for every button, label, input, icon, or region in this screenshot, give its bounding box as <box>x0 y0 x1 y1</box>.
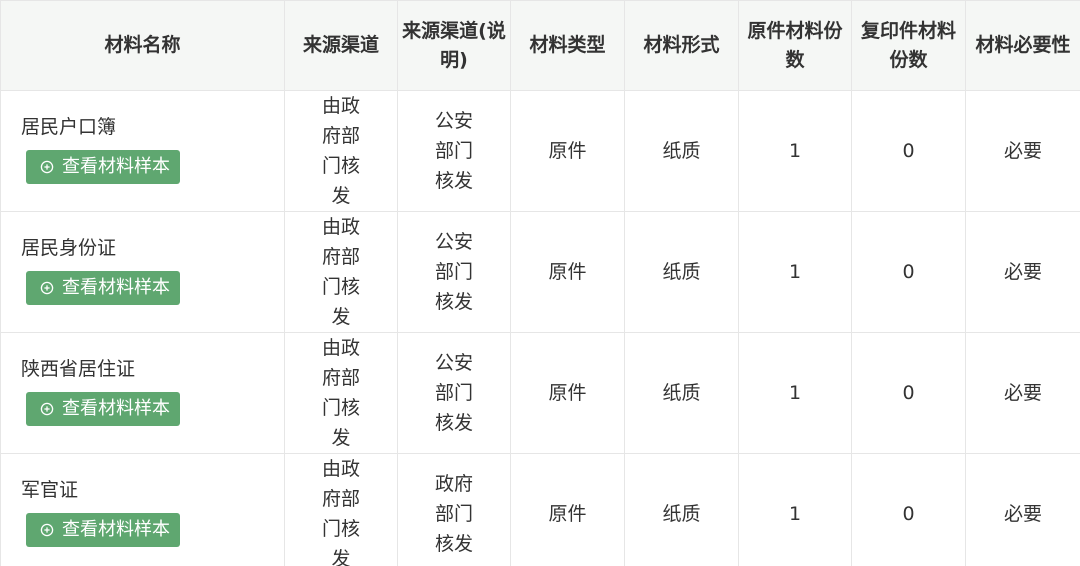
plus-circle-icon <box>40 523 54 536</box>
original-count-cell: 1 <box>738 453 852 566</box>
material-form-cell: 纸质 <box>624 453 739 566</box>
table-header-row: 材料名称 来源渠道 来源渠道(说明) 材料类型 材料形式 原件材料份数 复印件材… <box>0 0 1080 91</box>
column-header-source-note: 来源渠道(说明) <box>397 0 511 91</box>
necessity-cell: 必要 <box>965 453 1080 566</box>
material-form-cell: 纸质 <box>624 211 739 333</box>
column-header-original-count: 原件材料份数 <box>738 0 852 91</box>
material-form-cell: 纸质 <box>624 90 739 212</box>
copy-count-cell: 0 <box>851 211 966 333</box>
material-form-cell: 纸质 <box>624 332 739 454</box>
view-sample-button-label: 查看材料样本 <box>62 276 170 298</box>
table-row: 军官证 查看材料样本 由政府部门核发 政府部门核发 原件 纸质 1 0 必要 <box>0 453 1080 566</box>
copy-count-cell: 0 <box>851 332 966 454</box>
material-name: 居民身份证 <box>21 236 117 259</box>
plus-circle-icon <box>40 160 54 173</box>
material-name-cell: 军官证 查看材料样本 <box>0 453 285 566</box>
material-name-cell: 居民身份证 查看材料样本 <box>0 211 285 333</box>
table-row: 居民身份证 查看材料样本 由政府部门核发 公安部门核发 原件 纸质 1 0 必要 <box>0 211 1080 333</box>
material-name: 居民户口簿 <box>21 115 117 138</box>
original-count-cell: 1 <box>738 90 852 212</box>
necessity-cell: 必要 <box>965 90 1080 212</box>
plus-circle-icon <box>40 402 54 415</box>
column-header-copy-count: 复印件材料份数 <box>851 0 966 91</box>
view-sample-button-label: 查看材料样本 <box>62 518 170 540</box>
view-sample-button-label: 查看材料样本 <box>62 397 170 419</box>
material-type-cell: 原件 <box>510 332 625 454</box>
material-name-cell: 陕西省居住证 查看材料样本 <box>0 332 285 454</box>
material-name: 陕西省居住证 <box>21 357 136 380</box>
column-header-source: 来源渠道 <box>284 0 398 91</box>
view-sample-button[interactable]: 查看材料样本 <box>26 512 180 547</box>
column-header-material-name: 材料名称 <box>0 0 285 91</box>
table-row: 居民户口簿 查看材料样本 由政府部门核发 公安部门核发 原件 纸质 1 0 必要 <box>0 90 1080 212</box>
view-sample-button[interactable]: 查看材料样本 <box>26 270 180 305</box>
original-count-cell: 1 <box>738 332 852 454</box>
column-header-material-form: 材料形式 <box>624 0 739 91</box>
original-count-cell: 1 <box>738 211 852 333</box>
source-note-cell: 公安部门核发 <box>397 332 511 454</box>
source-cell: 由政府部门核发 <box>284 90 398 212</box>
material-type-cell: 原件 <box>510 453 625 566</box>
view-sample-button[interactable]: 查看材料样本 <box>26 149 180 184</box>
copy-count-cell: 0 <box>851 453 966 566</box>
material-name-cell: 居民户口簿 查看材料样本 <box>0 90 285 212</box>
source-cell: 由政府部门核发 <box>284 453 398 566</box>
view-sample-button[interactable]: 查看材料样本 <box>26 391 180 426</box>
source-cell: 由政府部门核发 <box>284 211 398 333</box>
source-cell: 由政府部门核发 <box>284 332 398 454</box>
source-note-cell: 政府部门核发 <box>397 453 511 566</box>
source-note-cell: 公安部门核发 <box>397 90 511 212</box>
necessity-cell: 必要 <box>965 332 1080 454</box>
source-note-cell: 公安部门核发 <box>397 211 511 333</box>
material-name: 军官证 <box>21 478 79 501</box>
copy-count-cell: 0 <box>851 90 966 212</box>
necessity-cell: 必要 <box>965 211 1080 333</box>
material-type-cell: 原件 <box>510 90 625 212</box>
materials-table: 材料名称 来源渠道 来源渠道(说明) 材料类型 材料形式 原件材料份数 复印件材… <box>0 0 1080 566</box>
column-header-material-type: 材料类型 <box>510 0 625 91</box>
view-sample-button-label: 查看材料样本 <box>62 155 170 177</box>
table-row: 陕西省居住证 查看材料样本 由政府部门核发 公安部门核发 原件 纸质 1 0 必… <box>0 332 1080 454</box>
column-header-necessity: 材料必要性 <box>965 0 1080 91</box>
table-body: 居民户口簿 查看材料样本 由政府部门核发 公安部门核发 原件 纸质 1 0 必要… <box>0 90 1080 566</box>
plus-circle-icon <box>40 281 54 294</box>
material-type-cell: 原件 <box>510 211 625 333</box>
